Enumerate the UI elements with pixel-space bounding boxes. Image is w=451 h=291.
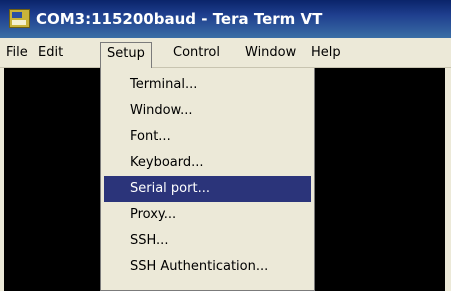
menu-item-font[interactable]: Font... xyxy=(104,124,311,150)
menu-item-proxy[interactable]: Proxy... xyxy=(104,202,311,228)
window-title: COM3:115200baud - Tera Term VT xyxy=(36,10,323,28)
menu-bar: File Edit Setup Control Window Help xyxy=(0,38,451,68)
title-bar[interactable]: COM3:115200baud - Tera Term VT xyxy=(0,0,451,38)
menu-item-serial-port[interactable]: Serial port... xyxy=(104,176,311,202)
menu-help[interactable]: Help xyxy=(311,43,341,63)
menu-control[interactable]: Control xyxy=(173,43,220,63)
menu-setup[interactable]: Setup xyxy=(100,42,152,68)
menu-file[interactable]: File xyxy=(6,43,28,63)
menu-item-terminal[interactable]: Terminal... xyxy=(104,72,311,98)
menu-item-ssh-authentication[interactable]: SSH Authentication... xyxy=(104,254,311,280)
menu-item-ssh[interactable]: SSH... xyxy=(104,228,311,254)
window-frame-right xyxy=(445,68,451,291)
menu-window[interactable]: Window xyxy=(245,43,296,63)
menu-item-keyboard[interactable]: Keyboard... xyxy=(104,150,311,176)
tera-term-icon[interactable] xyxy=(9,9,30,28)
tera-term-window: COM3:115200baud - Tera Term VT File Edit… xyxy=(0,0,451,291)
menu-item-window[interactable]: Window... xyxy=(104,98,311,124)
setup-dropdown-menu: Terminal... Window... Font... Keyboard..… xyxy=(100,68,315,291)
menu-edit[interactable]: Edit xyxy=(38,43,63,63)
